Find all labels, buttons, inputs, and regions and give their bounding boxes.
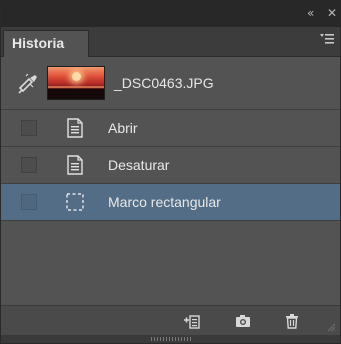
history-states-list: Abrir Desaturar Marco rectangular bbox=[1, 110, 340, 221]
collapse-panel-icon[interactable]: « bbox=[307, 6, 314, 20]
snapshot-row[interactable]: _DSC0463.JPG bbox=[1, 58, 340, 110]
history-state-label: Desaturar bbox=[108, 157, 170, 173]
history-brush-source-checkbox[interactable] bbox=[21, 194, 37, 210]
marquee-icon bbox=[66, 193, 84, 211]
history-empty-area bbox=[1, 221, 340, 305]
history-brush-source-icon[interactable] bbox=[17, 73, 39, 95]
history-state-label: Abrir bbox=[108, 120, 138, 136]
snapshot-label: _DSC0463.JPG bbox=[114, 75, 214, 91]
document-icon bbox=[67, 118, 83, 138]
close-panel-icon[interactable]: ✕ bbox=[327, 6, 337, 20]
tab-historia[interactable]: Historia bbox=[3, 30, 89, 57]
history-state-marco-rectangular[interactable]: Marco rectangular bbox=[1, 184, 340, 221]
history-state-desaturar[interactable]: Desaturar bbox=[1, 147, 340, 184]
camera-icon[interactable] bbox=[234, 312, 252, 330]
history-brush-source-checkbox[interactable] bbox=[21, 120, 37, 136]
resize-grip-icon[interactable] bbox=[326, 322, 336, 332]
panel-title-strip: « ✕ bbox=[1, 1, 340, 27]
history-panel: « ✕ Historia _DSC0463.JPG Abrir Desatura… bbox=[0, 0, 341, 344]
tab-row: Historia bbox=[1, 27, 340, 57]
panel-menu-icon[interactable] bbox=[320, 33, 334, 45]
history-state-abrir[interactable]: Abrir bbox=[1, 110, 340, 147]
history-toolbar bbox=[1, 305, 340, 335]
new-document-from-state-icon[interactable] bbox=[183, 312, 201, 330]
history-brush-source-checkbox[interactable] bbox=[21, 157, 37, 173]
history-state-label: Marco rectangular bbox=[108, 194, 221, 210]
drag-handle-icon[interactable] bbox=[151, 337, 191, 341]
document-icon bbox=[67, 155, 83, 175]
sunset-thumbnail bbox=[47, 66, 105, 100]
trash-icon[interactable] bbox=[283, 312, 301, 330]
panel-footer bbox=[1, 335, 340, 343]
